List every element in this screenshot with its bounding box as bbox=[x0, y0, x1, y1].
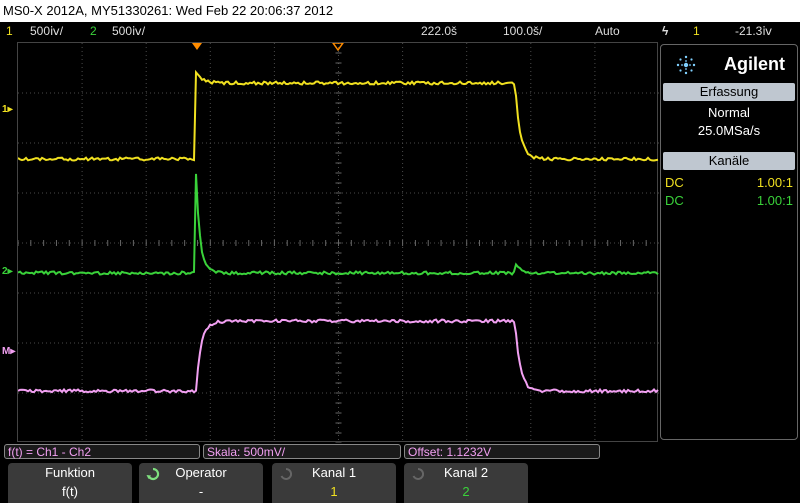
waveform-svg bbox=[18, 43, 659, 443]
channel-row: DC 1.00:1 bbox=[661, 174, 797, 192]
spark-icon bbox=[675, 54, 697, 76]
softkey-label: Kanal 2 bbox=[404, 465, 528, 480]
math-trace bbox=[18, 320, 658, 393]
brand-name: Agilent bbox=[724, 54, 785, 74]
channels-list: DC 1.00:1 DC 1.00:1 bbox=[661, 170, 797, 210]
trigger-mode[interactable]: Auto bbox=[595, 22, 620, 40]
acquisition-header: Erfassung bbox=[663, 83, 795, 101]
math-ground-marker[interactable]: M▸ bbox=[2, 346, 15, 357]
softkey-value: - bbox=[139, 484, 263, 499]
ch2-ground-marker[interactable]: 2▸ bbox=[2, 266, 13, 277]
info-panel: Agilent Erfassung Normal 25.0MSa/s Kanäl… bbox=[660, 44, 798, 440]
trigger-level[interactable]: -21.3ⅳ bbox=[735, 22, 772, 40]
math-info-bar: f(t) = Ch1 - Ch2 Skala: 500mV/ Offset: 1… bbox=[0, 442, 660, 460]
ch1-number[interactable]: 1 bbox=[6, 22, 13, 40]
softkey-value: f(t) bbox=[8, 484, 132, 499]
window-title: MS0-X 2012A, MY51330261: Wed Feb 22 20:0… bbox=[0, 0, 800, 22]
ch1-scale[interactable]: 500ⅳ/ bbox=[30, 22, 63, 40]
sample-rate: 25.0MSa/s bbox=[661, 122, 797, 140]
math-offset-field: Offset: 1.1232V bbox=[404, 444, 600, 459]
acquisition-mode: Normal bbox=[661, 104, 797, 122]
softkey-value: 2 bbox=[404, 484, 528, 499]
trigger-edge-icon: ϟ bbox=[662, 22, 668, 40]
ch2-scale[interactable]: 500ⅳ/ bbox=[112, 22, 145, 40]
softkey-kanal-1[interactable]: Kanal 1 1 bbox=[272, 463, 396, 503]
softkey-operator[interactable]: Operator - bbox=[139, 463, 263, 503]
time-delay[interactable]: 222.0š bbox=[421, 22, 457, 40]
delay-reference-marker bbox=[333, 43, 343, 50]
acquisition-info: Normal 25.0MSa/s bbox=[661, 101, 797, 144]
graticule bbox=[18, 43, 659, 443]
channel-probe: 1.00:1 bbox=[757, 174, 793, 192]
softkey-kanal-2[interactable]: Kanal 2 2 bbox=[404, 463, 528, 503]
channel-probe: 1.00:1 bbox=[757, 192, 793, 210]
softkey-label: Funktion bbox=[8, 465, 132, 480]
trigger-source[interactable]: 1 bbox=[693, 22, 700, 40]
channel-row: DC 1.00:1 bbox=[661, 192, 797, 210]
channels-header: Kanäle bbox=[663, 152, 795, 170]
ch1-ground-marker[interactable]: 1▸ bbox=[2, 104, 13, 115]
channel-coupling: DC bbox=[665, 174, 684, 192]
brand-logo: Agilent bbox=[661, 45, 797, 83]
math-scale-field: Skala: 500mV/ bbox=[203, 444, 401, 459]
softkey-bar: Funktion f(t) Operator - Kanal 1 1 Kanal… bbox=[0, 461, 800, 503]
status-bar: 1 500ⅳ/ 2 500ⅳ/ 222.0š 100.0š/ Auto ϟ 1 … bbox=[0, 22, 800, 40]
time-scale[interactable]: 100.0š/ bbox=[503, 22, 542, 40]
math-function-field: f(t) = Ch1 - Ch2 bbox=[4, 444, 200, 459]
trigger-position-marker[interactable] bbox=[192, 43, 202, 50]
softkey-label: Operator bbox=[139, 465, 263, 480]
channel-coupling: DC bbox=[665, 192, 684, 210]
softkey-funktion[interactable]: Funktion f(t) bbox=[8, 463, 132, 503]
ch2-number[interactable]: 2 bbox=[90, 22, 97, 40]
waveform-display[interactable] bbox=[17, 42, 658, 442]
softkey-value: 1 bbox=[272, 484, 396, 499]
softkey-label: Kanal 1 bbox=[272, 465, 396, 480]
